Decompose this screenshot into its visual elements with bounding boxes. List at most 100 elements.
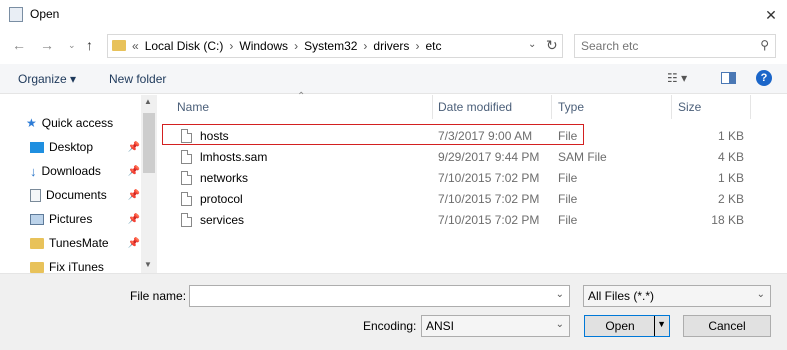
pin-icon[interactable]: 📌 — [128, 142, 140, 153]
view-options-icon[interactable]: ☷ ▾ — [667, 71, 687, 85]
pin-icon[interactable]: 📌 — [128, 214, 140, 225]
column-header-date[interactable]: Date modified — [438, 95, 512, 119]
address-bar[interactable]: « Local Disk (C:) › Windows › System32 ›… — [107, 34, 563, 58]
app-icon — [9, 7, 23, 22]
encoding-select[interactable]: ANSI ⌄ — [421, 315, 570, 337]
folder-icon — [30, 237, 44, 249]
file-row-services[interactable]: services 7/10/2015 7:02 PM File 18 KB — [157, 209, 787, 230]
file-size: 4 KB — [717, 149, 744, 164]
filetype-value: All Files (*.*) — [588, 289, 655, 303]
file-type: File — [558, 212, 578, 227]
title-bar: Open ✕ — [0, 0, 787, 30]
scroll-thumb[interactable] — [143, 113, 155, 173]
file-name: lmhosts.sam — [200, 149, 268, 164]
scroll-up-icon[interactable]: ▲ — [144, 97, 152, 106]
filename-label: File name: — [130, 289, 187, 303]
file-size: 1 KB — [717, 170, 744, 185]
forward-arrow-icon[interactable]: → — [40, 37, 54, 53]
up-arrow-icon[interactable]: ↑ — [86, 37, 93, 53]
desktop-icon — [30, 141, 44, 153]
column-header-size[interactable]: Size — [678, 95, 701, 119]
breadcrumb-system32[interactable]: System32 — [304, 39, 357, 53]
recent-locations-chevron-icon[interactable]: ⌄ — [68, 40, 76, 51]
file-name: services — [200, 212, 245, 227]
close-icon[interactable]: ✕ — [755, 0, 787, 30]
file-size: 1 KB — [717, 128, 744, 143]
chevron-down-icon[interactable]: ⌄ — [757, 289, 765, 300]
breadcrumb-windows[interactable]: Windows — [239, 39, 288, 53]
nav-item-pictures[interactable]: Pictures 📌 — [30, 208, 140, 230]
folder-icon — [112, 40, 126, 51]
open-button[interactable]: Open ▼ — [584, 315, 670, 337]
new-folder-button[interactable]: New folder — [109, 72, 166, 86]
file-name: protocol — [200, 191, 243, 206]
address-dropdown-icon[interactable]: ⌄ — [528, 39, 536, 50]
file-list: ⌃ Name Date modified Type Size hosts 7/3… — [157, 91, 787, 273]
cancel-button[interactable]: Cancel — [683, 315, 771, 337]
nav-item-label: Desktop — [49, 140, 94, 154]
file-type: File — [558, 170, 578, 185]
documents-icon — [30, 188, 41, 202]
file-icon — [181, 170, 192, 185]
column-divider[interactable] — [671, 95, 672, 119]
search-box[interactable]: ⚲ — [574, 34, 776, 58]
nav-item-label: Fix iTunes — [49, 260, 104, 274]
open-dropdown-icon[interactable]: ▼ — [657, 319, 666, 329]
navigation-pane: ★ Quick access Desktop 📌 ↓ Downloads 📌 D… — [0, 95, 157, 274]
nav-item-label: TunesMate — [49, 236, 109, 250]
column-header-name[interactable]: Name — [177, 95, 209, 119]
nav-item-desktop[interactable]: Desktop 📌 — [30, 136, 140, 158]
breadcrumb-separator[interactable]: › — [363, 39, 367, 53]
file-icon — [181, 212, 192, 227]
preview-pane-icon[interactable] — [721, 72, 736, 84]
open-button-label: Open — [605, 319, 635, 333]
chevron-down-icon[interactable]: ⌄ — [556, 289, 564, 300]
scroll-down-icon[interactable]: ▼ — [144, 260, 152, 269]
encoding-value: ANSI — [426, 319, 455, 333]
pin-icon[interactable]: 📌 — [128, 166, 140, 177]
selection-highlight — [162, 124, 584, 145]
breadcrumb-local-disk[interactable]: Local Disk (C:) — [145, 39, 224, 53]
bottom-panel: File name: ⌄ All Files (*.*) ⌄ Encoding:… — [0, 273, 787, 350]
nav-item-label: Documents — [46, 188, 107, 202]
organize-button[interactable]: Organize ▾ — [18, 72, 76, 86]
breadcrumb-etc[interactable]: etc — [425, 39, 441, 53]
file-row-protocol[interactable]: protocol 7/10/2015 7:02 PM File 2 KB — [157, 188, 787, 209]
file-row-networks[interactable]: networks 7/10/2015 7:02 PM File 1 KB — [157, 167, 787, 188]
split-divider — [654, 316, 655, 336]
column-divider[interactable] — [432, 95, 433, 119]
file-size: 2 KB — [717, 191, 744, 206]
file-type: File — [558, 191, 578, 206]
pin-icon[interactable]: 📌 — [128, 238, 140, 249]
file-date: 7/10/2015 7:02 PM — [438, 170, 540, 185]
column-divider[interactable] — [750, 95, 751, 119]
filename-input[interactable]: ⌄ — [189, 285, 570, 307]
breadcrumb-separator[interactable]: › — [294, 39, 298, 53]
search-icon[interactable]: ⚲ — [760, 38, 769, 52]
nav-item-label: Downloads — [41, 164, 101, 178]
file-icon — [181, 191, 192, 206]
file-date: 7/10/2015 7:02 PM — [438, 191, 540, 206]
back-arrow-icon[interactable]: ← — [12, 37, 26, 53]
filetype-select[interactable]: All Files (*.*) ⌄ — [583, 285, 771, 307]
breadcrumb-separator[interactable]: › — [415, 39, 419, 53]
column-header-type[interactable]: Type — [558, 95, 584, 119]
nav-item-tunesmate[interactable]: TunesMate 📌 — [30, 232, 140, 254]
help-icon[interactable]: ? — [756, 70, 772, 86]
nav-item-documents[interactable]: Documents 📌 — [30, 184, 140, 206]
breadcrumb-separator[interactable]: › — [229, 39, 233, 53]
nav-item-label: Quick access — [41, 116, 114, 130]
search-input[interactable] — [581, 38, 751, 54]
breadcrumb-overflow[interactable]: « — [132, 39, 139, 53]
window-title: Open — [30, 7, 60, 21]
breadcrumb-drivers[interactable]: drivers — [373, 39, 409, 53]
nav-item-downloads[interactable]: ↓ Downloads 📌 — [30, 160, 140, 182]
file-size: 18 KB — [711, 212, 744, 227]
refresh-icon[interactable]: ↻ — [546, 37, 558, 54]
nav-item-quick-access[interactable]: ★ Quick access — [26, 112, 136, 134]
chevron-down-icon[interactable]: ⌄ — [556, 319, 564, 330]
column-divider[interactable] — [551, 95, 552, 119]
file-row-lmhosts[interactable]: lmhosts.sam 9/29/2017 9:44 PM SAM File 4… — [157, 146, 787, 167]
file-type: SAM File — [558, 149, 607, 164]
pin-icon[interactable]: 📌 — [128, 190, 140, 201]
